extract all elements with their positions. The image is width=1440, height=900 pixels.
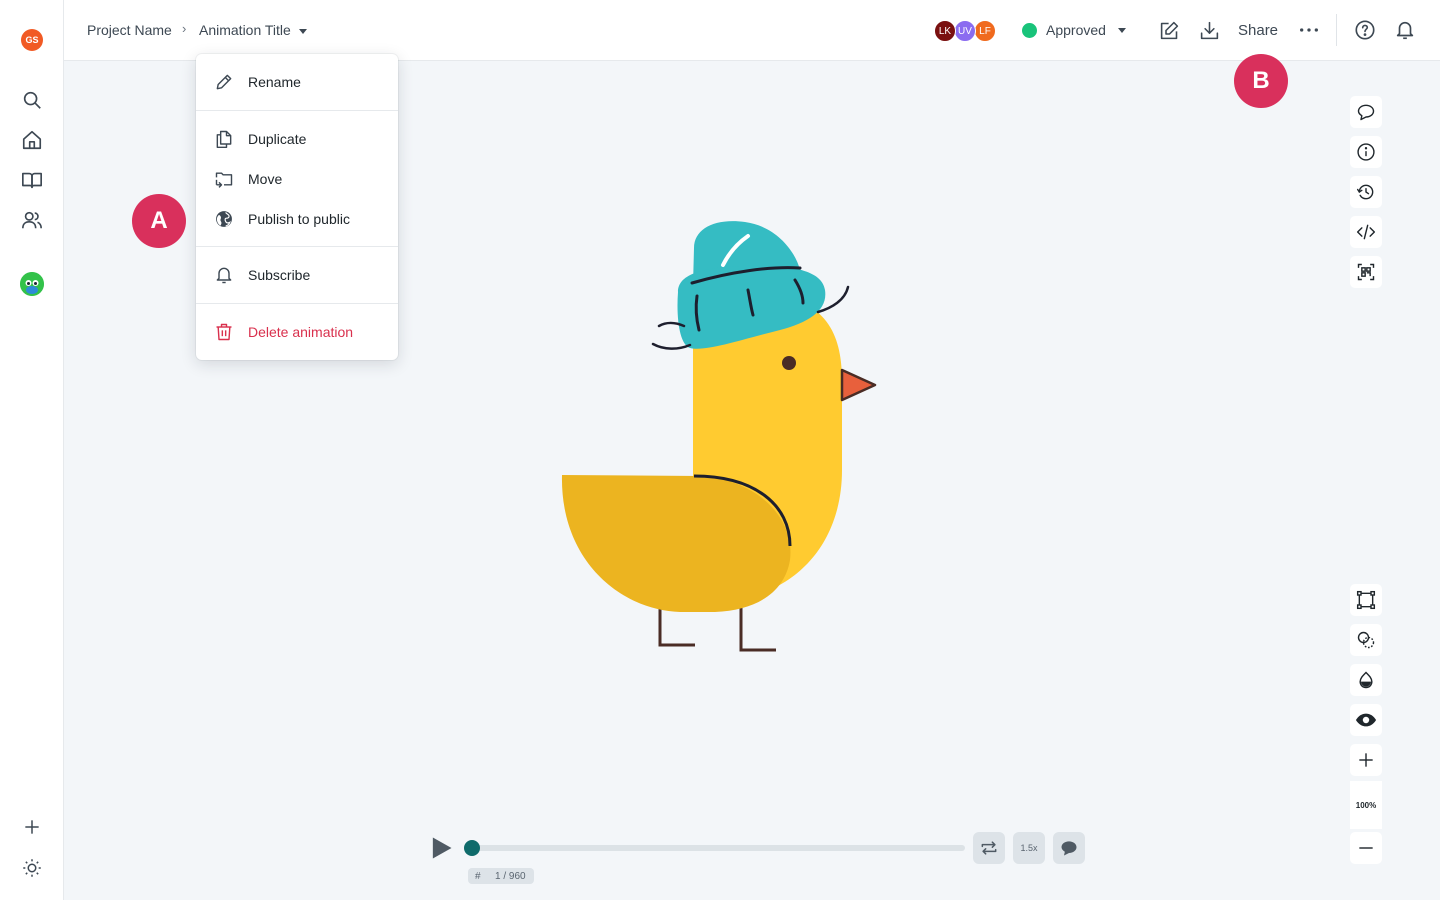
menu-item-subscribe[interactable]: Subscribe [196,255,398,295]
globe-icon [214,209,234,229]
frame-hash-label: # [475,870,481,882]
menu-item-rename[interactable]: Rename [196,62,398,102]
menu-item-label: Delete animation [248,324,354,340]
timeline-scrubber[interactable] [464,840,480,856]
chevron-down-icon [298,28,307,34]
toolbar-divider [1336,14,1337,46]
breadcrumb-separator: › [182,21,187,36]
team-icon[interactable] [20,208,44,232]
info-icon[interactable] [1350,136,1382,168]
comment-icon[interactable] [1350,96,1382,128]
menu-item-label: Subscribe [248,267,311,283]
avatar[interactable]: LK [934,20,956,42]
eye-icon[interactable] [1350,704,1382,736]
avatar[interactable]: UV [954,20,976,42]
home-icon[interactable] [20,128,44,152]
status-indicator [1022,22,1037,38]
zoom-out-icon[interactable] [1350,832,1382,864]
comment-bubble-icon [1061,841,1077,856]
menu-item-label: Move [248,171,283,187]
left-rail: GS [0,0,64,900]
duplicate-icon [214,129,234,149]
top-bar: Project Name › Animation Title LK UV LF … [64,0,1440,61]
menu-divider [196,246,398,247]
status-dropdown[interactable]: Approved [1022,22,1126,38]
callout-marker-b: B [1234,54,1288,108]
download-icon[interactable] [1198,19,1220,41]
bell-icon[interactable] [1394,19,1416,41]
qr-icon[interactable] [1350,256,1382,288]
avatar[interactable]: LF [974,20,996,42]
workspace-avatar[interactable] [20,272,44,296]
status-label: Approved [1046,22,1106,38]
user-avatar[interactable]: GS [21,29,43,51]
animation-title-dropdown[interactable]: Animation Title [199,22,307,38]
menu-item-publish[interactable]: Publish to public [196,199,398,239]
history-icon[interactable] [1350,176,1382,208]
comments-toggle-button[interactable] [1053,832,1085,864]
loop-button[interactable] [973,832,1005,864]
menu-divider [196,303,398,304]
menu-item-duplicate[interactable]: Duplicate [196,119,398,159]
move-folder-icon [214,169,234,189]
share-button[interactable]: Share [1238,22,1278,39]
theme-icon[interactable] [20,856,44,880]
pencil-icon [214,72,234,92]
menu-item-label: Publish to public [248,211,350,227]
menu-item-move[interactable]: Move [196,159,398,199]
blend-icon[interactable] [1350,624,1382,656]
play-button[interactable] [427,834,455,862]
color-drop-icon[interactable] [1350,664,1382,696]
zoom-in-icon[interactable] [1350,744,1382,776]
menu-item-delete[interactable]: Delete animation [196,312,398,352]
book-icon[interactable] [20,168,44,192]
help-icon[interactable] [1354,19,1376,41]
breadcrumb-project[interactable]: Project Name [87,22,172,38]
frame-value: 1 / 960 [495,870,526,882]
add-icon[interactable] [20,815,44,839]
animation-canvas [561,221,877,652]
frame-counter[interactable]: # 1 / 960 [468,868,534,884]
menu-divider [196,110,398,111]
edit-icon[interactable] [1158,19,1180,41]
animation-options-menu: Rename Duplicate Move Publish to public … [196,54,398,360]
more-icon[interactable] [1298,19,1320,41]
trash-icon [214,322,234,342]
speed-label: 1.5x [1020,843,1038,853]
animation-title: Animation Title [199,22,291,38]
menu-item-label: Duplicate [248,131,307,147]
search-icon[interactable] [20,88,44,112]
callout-marker-a: A [132,194,186,248]
chevron-down-icon [1117,27,1126,33]
speed-button[interactable]: 1.5x [1013,832,1045,864]
code-icon[interactable] [1350,216,1382,248]
play-icon [432,837,452,859]
bounding-box-icon[interactable] [1350,584,1382,616]
bell-icon [214,265,234,285]
loop-icon [981,841,997,855]
zoom-level[interactable]: 100% [1350,781,1382,829]
timeline-track[interactable] [466,845,965,851]
menu-item-label: Rename [248,74,301,90]
